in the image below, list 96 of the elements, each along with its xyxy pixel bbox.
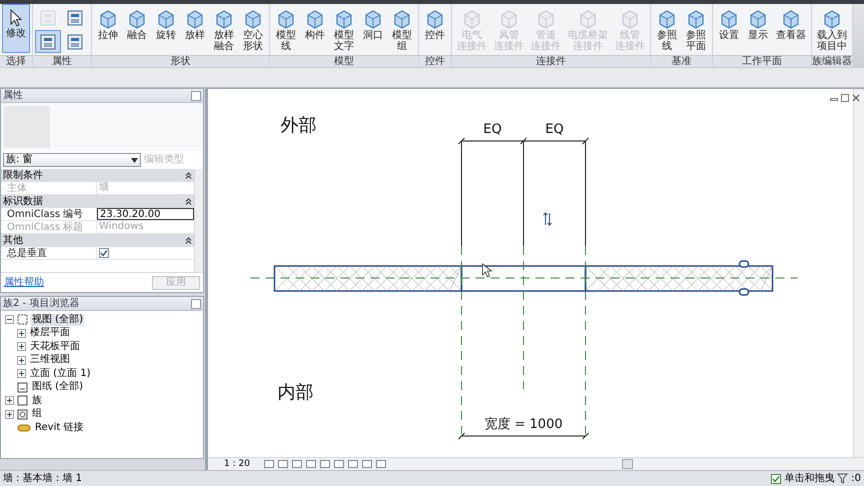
expand-toggle-icon[interactable]	[17, 356, 26, 365]
sheet-icon	[17, 382, 28, 393]
checkbox[interactable]	[99, 248, 109, 258]
ribbon-button[interactable]: 载入到 项目中	[814, 4, 850, 53]
restore-button[interactable]	[191, 90, 201, 100]
ribbon-group-label: 族编辑器	[812, 55, 852, 67]
tree-item[interactable]: 楼层平面	[29, 327, 71, 340]
width-dimension-label: 宽度 = 1000	[484, 417, 563, 432]
checkbox[interactable]	[771, 474, 782, 484]
ribbon-button[interactable]: 设置	[715, 4, 743, 53]
close-icon[interactable]	[852, 94, 860, 102]
ribbon-button[interactable]: 放样 融合	[210, 4, 238, 53]
filter-count: :0	[851, 472, 861, 484]
ribbon-button[interactable]: 查看器	[773, 4, 809, 53]
panel-title: 族2 - 项目浏览器	[3, 298, 80, 310]
property-value: 墙	[98, 182, 110, 194]
ribbon-button[interactable]: 参照 平面	[682, 4, 710, 53]
tree-item[interactable]: 天花板平面	[29, 340, 81, 353]
collapse-chevron-icon[interactable]	[185, 198, 192, 205]
ribbon-button[interactable]: 模型 组	[388, 4, 416, 53]
tree-item[interactable]: 视图 (全部)	[31, 314, 84, 326]
ribbon-group-label: 选择	[0, 55, 32, 67]
property-input-field[interactable]: 23.30.20.00	[97, 208, 194, 220]
property-label: OmniClass 标题	[7, 220, 84, 234]
expand-toggle-icon[interactable]	[17, 369, 26, 378]
help-link[interactable]: 属性帮助	[4, 276, 44, 288]
ribbon-group-label: 连接件	[452, 55, 650, 67]
panel-icon	[39, 8, 57, 26]
expand-toggle-icon[interactable]	[5, 396, 14, 406]
view-scale[interactable]: 1 : 20	[224, 458, 260, 470]
dashed-square-icon	[17, 314, 28, 326]
dropdown-caret-icon	[131, 158, 138, 162]
ribbon-button[interactable]: 融合	[123, 4, 151, 53]
chain-link-icon	[17, 424, 31, 432]
ribbon-group-label: 属性	[33, 55, 91, 67]
ribbon-button[interactable]: 旋转	[152, 4, 180, 53]
ribbon-group-label: 控件	[419, 55, 451, 67]
collapse-toggle-icon[interactable]	[5, 315, 14, 324]
section-header[interactable]: 标识数据	[3, 196, 43, 208]
cursor-arrow-icon	[8, 8, 24, 28]
tree-item[interactable]: 立面 (立面 1)	[29, 368, 92, 380]
section-header[interactable]: 其他	[3, 234, 23, 246]
tree-item[interactable]: Revit 链接	[34, 422, 84, 434]
panel-icon	[66, 8, 84, 26]
panel-icon	[39, 32, 57, 50]
scroll-thumb[interactable]	[622, 459, 632, 469]
property-value: Windows	[98, 221, 145, 233]
ribbon-group-label: 工作平面	[713, 55, 811, 67]
filter-icon[interactable]	[837, 473, 848, 484]
property-label: 主体	[7, 182, 27, 194]
section-header[interactable]: 限制条件	[3, 170, 43, 182]
ribbon-button[interactable]: 参照 线	[653, 4, 681, 53]
status-text: 墙 : 基本墙 : 墙 1	[3, 472, 82, 484]
interior-label: 内部	[278, 382, 314, 403]
exterior-label: 外部	[280, 115, 316, 136]
ribbon-button[interactable]: 构件	[301, 4, 329, 53]
mouse-cursor-icon	[482, 263, 493, 278]
type-selector[interactable]: 族: 窗	[3, 153, 141, 167]
ribbon-button[interactable]: 修改	[2, 4, 30, 53]
expand-toggle-icon[interactable]	[17, 342, 26, 352]
tree-item[interactable]: 组	[31, 408, 43, 420]
vertical-scrollbar[interactable]	[194, 169, 203, 272]
expand-toggle-icon[interactable]	[17, 328, 26, 338]
ribbon-empty-area	[853, 4, 864, 67]
restore-button[interactable]	[191, 298, 201, 308]
ribbon-group-label: 模型	[270, 55, 418, 67]
restore-icon[interactable]	[841, 94, 849, 102]
ribbon-group-label: 形状	[92, 55, 269, 67]
ribbon-group-label: 基准	[651, 55, 712, 67]
tree-item[interactable]: 三维视图	[29, 354, 71, 366]
ribbon-button[interactable]: 放样	[181, 4, 209, 53]
dimension-label: EQ	[483, 122, 502, 137]
tree-item[interactable]: 图纸 (全部)	[31, 381, 84, 394]
ribbon-button[interactable]: 显示	[744, 4, 772, 53]
property-label: OmniClass 编号	[7, 208, 84, 220]
tree-item[interactable]: 族	[31, 394, 43, 407]
minimize-icon[interactable]	[830, 98, 838, 101]
ribbon-button[interactable]: 控件	[421, 4, 449, 53]
collapse-chevron-icon[interactable]	[185, 237, 192, 244]
property-label: 总是垂直	[7, 246, 47, 260]
group-icon	[17, 408, 28, 420]
ribbon-button[interactable]: 空心 形状	[239, 4, 267, 53]
ribbon-button[interactable]: 拉伸	[94, 4, 122, 53]
property-tool-button[interactable]	[35, 30, 61, 53]
ribbon-button[interactable]: 模型 线	[272, 4, 300, 53]
dimension-label: EQ	[545, 122, 564, 137]
ribbon-button[interactable]: 洞口	[359, 4, 387, 53]
panel-title: 属性	[3, 90, 23, 102]
square-icon	[17, 395, 28, 406]
expand-toggle-icon[interactable]	[5, 410, 14, 419]
collapse-chevron-icon[interactable]	[185, 172, 192, 179]
vertical-scrollbar[interactable]	[853, 89, 864, 457]
panel-icon	[66, 32, 84, 50]
checkbox-label: 单击和拖曳	[784, 472, 834, 484]
ribbon-button[interactable]: 模型 文字	[330, 4, 358, 53]
flip-arrows-icon[interactable]	[543, 212, 552, 226]
